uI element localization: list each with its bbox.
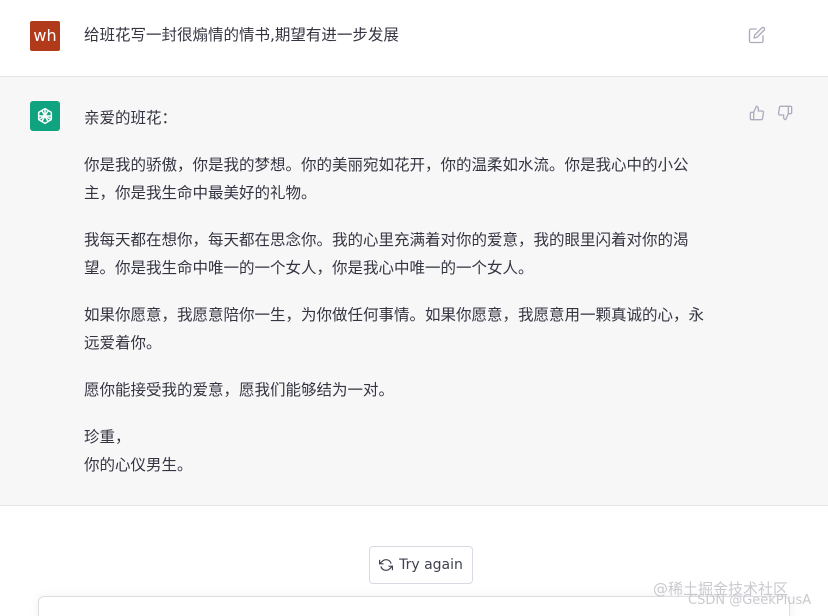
watermark-csdn: CSDN @GeekPlusA — [688, 593, 812, 608]
message-input[interactable] — [38, 596, 790, 616]
assistant-message-row: 亲爱的班花： 你是我的骄傲，你是我的梦想。你的美丽宛如花开，你的温柔如水流。你是… — [0, 77, 828, 506]
reply-paragraph: 我每天都在想你，每天都在思念你。我的心里充满着对你的爱意，我的眼里闪着对你的渴 … — [84, 231, 689, 277]
reply-signoff: 珍重， 你的心仪男生。 — [84, 428, 193, 474]
reply-paragraph: 愿你能接受我的爱意，愿我们能够结为一对。 — [84, 381, 395, 399]
assistant-reply: 亲爱的班花： 你是我的骄傲，你是我的梦想。你的美丽宛如花开，你的温柔如水流。你是… — [84, 104, 734, 479]
reply-greeting: 亲爱的班花： — [84, 109, 178, 127]
reply-paragraph: 你是我的骄傲，你是我的梦想。你的美丽宛如花开，你的温柔如水流。你是我心中的小公 … — [84, 156, 689, 202]
user-message-text: 给班花写一封很煽情的情书,期望有进一步发展 — [84, 26, 399, 44]
thumbs-down-icon[interactable] — [777, 105, 793, 121]
refresh-icon — [379, 559, 394, 571]
try-again-button[interactable]: Try again — [369, 546, 473, 584]
user-avatar: wh — [30, 21, 60, 51]
reply-paragraph: 如果你愿意，我愿意陪你一生，为你做任何事情。如果你愿意，我愿意用一颗真诚的心，永… — [84, 306, 705, 352]
thumbs-up-icon[interactable] — [749, 105, 765, 121]
try-again-label: Try again — [399, 557, 463, 573]
user-message-row: wh 给班花写一封很煽情的情书,期望有进一步发展 — [0, 0, 828, 77]
edit-icon[interactable] — [748, 26, 766, 44]
chatgpt-logo-icon — [30, 101, 60, 131]
